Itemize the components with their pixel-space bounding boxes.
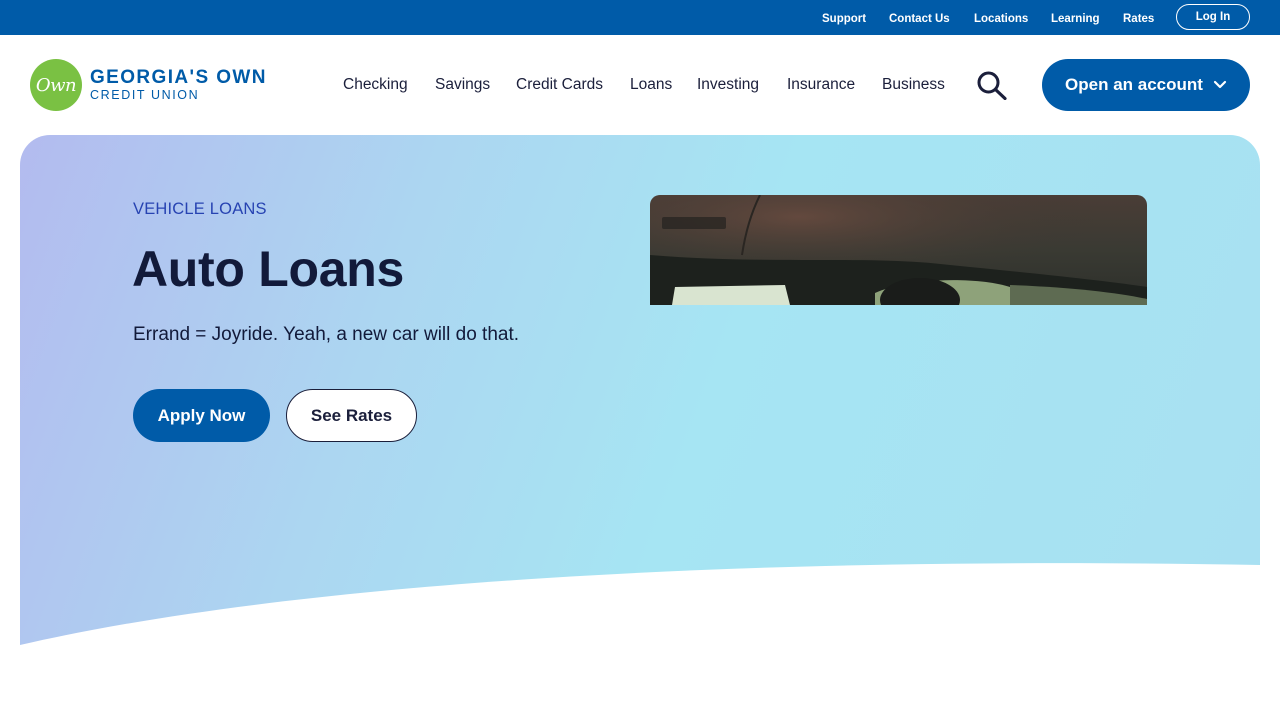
search-icon bbox=[977, 71, 1007, 101]
chevron-down-icon bbox=[1213, 80, 1227, 89]
nav-item-insurance[interactable]: Insurance bbox=[787, 75, 855, 95]
utility-link-learning[interactable]: Learning bbox=[1051, 12, 1100, 26]
open-account-button[interactable]: Open an account bbox=[1042, 59, 1250, 111]
hero-eyebrow: VEHICLE LOANS bbox=[133, 200, 267, 218]
logo[interactable]: Own GEORGIA'S OWN CREDIT UNION bbox=[30, 59, 280, 111]
nav-item-investing[interactable]: Investing bbox=[697, 75, 759, 95]
login-button[interactable]: Log In bbox=[1176, 4, 1250, 30]
nav-item-savings[interactable]: Savings bbox=[435, 75, 490, 95]
utility-link-contact-us[interactable]: Contact Us bbox=[889, 12, 950, 26]
nav-item-checking[interactable]: Checking bbox=[343, 75, 408, 95]
nav-item-credit-cards[interactable]: Credit Cards bbox=[516, 75, 603, 95]
logo-name: GEORGIA'S OWN bbox=[90, 67, 267, 88]
utility-link-rates[interactable]: Rates bbox=[1123, 12, 1154, 26]
utility-bar: Support Contact Us Locations Learning Ra… bbox=[0, 0, 1280, 35]
car-interior-photo bbox=[650, 195, 1147, 305]
logo-badge: Own bbox=[30, 59, 82, 111]
car-interior-image bbox=[650, 195, 1147, 305]
see-rates-button[interactable]: See Rates bbox=[286, 389, 417, 442]
page-title: Auto Loans bbox=[132, 241, 404, 297]
hero-wave bbox=[20, 563, 1260, 645]
utility-link-support[interactable]: Support bbox=[822, 12, 866, 26]
logo-subtitle: CREDIT UNION bbox=[90, 88, 200, 102]
nav-item-business[interactable]: Business bbox=[882, 75, 945, 95]
apply-now-button[interactable]: Apply Now bbox=[133, 389, 270, 442]
hero-tagline: Errand = Joyride. Yeah, a new car will d… bbox=[133, 324, 520, 345]
search-button[interactable] bbox=[976, 70, 1008, 101]
open-account-label: Open an account bbox=[1065, 75, 1203, 94]
utility-link-locations[interactable]: Locations bbox=[974, 12, 1028, 26]
nav-item-loans[interactable]: Loans bbox=[630, 75, 672, 95]
